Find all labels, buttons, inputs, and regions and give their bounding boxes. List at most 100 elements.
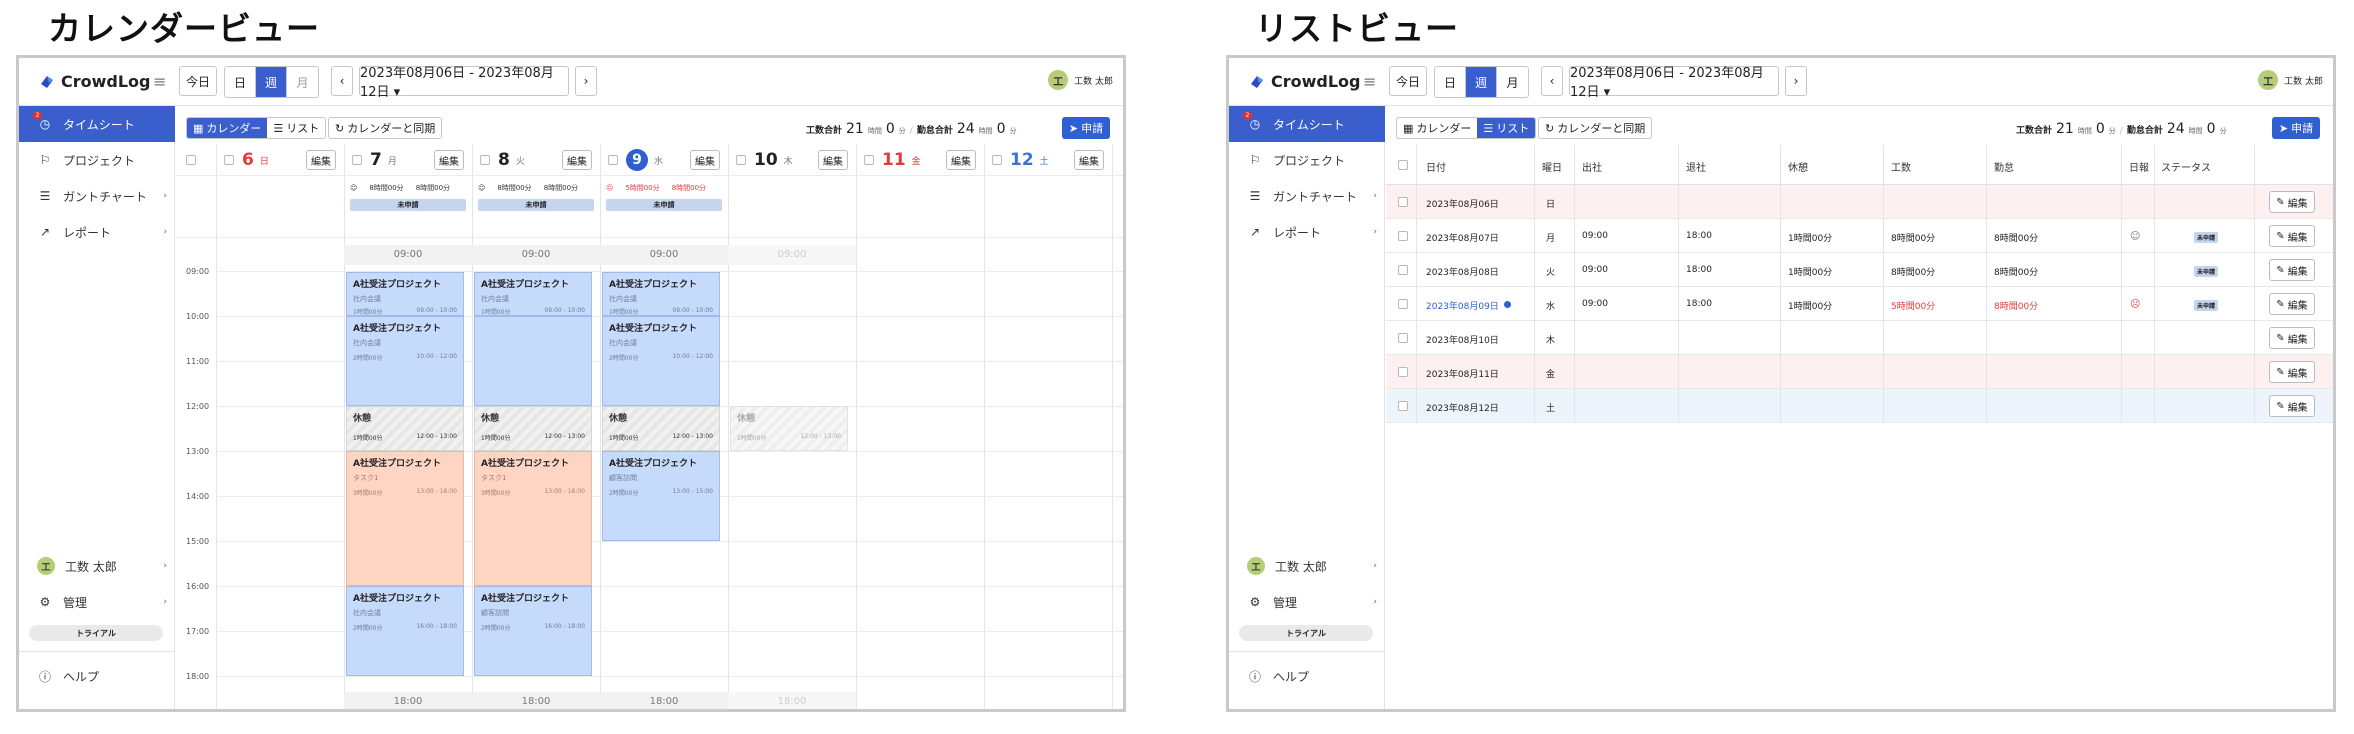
time-entry[interactable] xyxy=(474,316,592,406)
time-entry[interactable]: A社受注プロジェクト 社内会議 2時間00分 10:00 - 12:00 xyxy=(602,316,720,406)
calendar-sync-button[interactable]: ↻ カレンダーと同期 xyxy=(1538,117,1653,139)
checkbox[interactable] xyxy=(1398,401,1408,411)
edit-day-button[interactable]: 編集 xyxy=(562,150,592,170)
mode-week[interactable]: 週 xyxy=(1466,67,1497,97)
edit-day-button[interactable]: 編集 xyxy=(690,150,720,170)
prev-week-button[interactable]: ‹ xyxy=(1541,66,1563,96)
checkbox[interactable] xyxy=(1398,231,1408,241)
period-mode-toggle[interactable]: 日 週 月 xyxy=(224,66,319,98)
sidebar-item-user[interactable]: 工 工数 太郎 › xyxy=(19,548,175,584)
checkbox[interactable] xyxy=(1398,197,1408,207)
edit-day-button[interactable]: 編集 xyxy=(306,150,336,170)
user-menu[interactable]: 工 工数 太郎 xyxy=(2258,70,2323,90)
time-entry[interactable]: A社受注プロジェクト 顧客訪問 2時間00分 16:00 - 18:00 xyxy=(474,586,592,676)
select-all-checkbox[interactable] xyxy=(1398,160,1408,173)
checkbox[interactable] xyxy=(1398,299,1408,309)
day-checkbox[interactable] xyxy=(992,155,1002,165)
time-entry[interactable]: A社受注プロジェクト 社内会議 2時間00分 10:00 - 12:00 xyxy=(346,316,464,406)
user-menu[interactable]: 工 工数 太郎 xyxy=(1048,70,1113,90)
next-week-button[interactable]: › xyxy=(575,66,597,96)
row-checkbox[interactable] xyxy=(1398,197,1408,210)
edit-day-button[interactable]: 編集 xyxy=(1074,150,1104,170)
edit-row-button[interactable]: ✎ 編集 xyxy=(2269,191,2315,213)
edit-row-button[interactable]: ✎ 編集 xyxy=(2269,327,2315,349)
view-toggle[interactable]: ▦ カレンダー ☰ リスト xyxy=(1396,117,1537,139)
today-button[interactable]: 今日 xyxy=(179,66,217,96)
row-checkbox[interactable] xyxy=(1398,367,1408,380)
time-entry[interactable]: A社受注プロジェクト タスク1 3時間00分 13:00 - 16:00 xyxy=(346,451,464,586)
edit-row-button[interactable]: ✎ 編集 xyxy=(2269,259,2315,281)
apply-button[interactable]: ➤ 申請 xyxy=(2272,117,2320,139)
time-entry[interactable]: A社受注プロジェクト 顧客訪問 2時間00分 13:00 - 15:00 xyxy=(602,451,720,541)
checkbox[interactable] xyxy=(1398,160,1408,170)
entry-duration: 2時間00分 xyxy=(609,355,639,362)
date-range-select[interactable]: 2023年08月06日 - 2023年08月12日 ▾ xyxy=(359,66,569,100)
calendar-view-button[interactable]: ▦ カレンダー xyxy=(1397,118,1477,138)
mode-week[interactable]: 週 xyxy=(256,67,287,97)
mode-month[interactable]: 月 xyxy=(287,67,318,97)
sidebar-item-help[interactable]: ⓘ ヘルプ xyxy=(19,658,175,694)
edit-row-button[interactable]: ✎ 編集 xyxy=(2269,361,2315,383)
edit-row-button[interactable]: ✎ 編集 xyxy=(2269,225,2315,247)
break-entry[interactable]: 休憩 1時間00分 12:00 - 13:00 xyxy=(346,406,464,451)
sidebar-item-project[interactable]: ⚐ プロジェクト xyxy=(1229,142,1385,178)
row-checkbox[interactable] xyxy=(1398,401,1408,414)
day-checkbox[interactable] xyxy=(736,155,746,165)
time-entry[interactable]: A社受注プロジェクト タスク1 3時間00分 13:00 - 16:00 xyxy=(474,451,592,586)
checkbox[interactable] xyxy=(1398,367,1408,377)
edit-day-button[interactable]: 編集 xyxy=(946,150,976,170)
break-entry[interactable]: 休憩 1時間00分 12:00 - 13:00 xyxy=(730,406,848,451)
day-checkbox[interactable] xyxy=(864,155,874,165)
day-checkbox[interactable] xyxy=(608,155,618,165)
mode-day[interactable]: 日 xyxy=(1435,67,1466,97)
sidebar-item-timesheet[interactable]: 2 ◷ タイムシート xyxy=(19,106,175,142)
edit-day-button[interactable]: 編集 xyxy=(434,150,464,170)
checkbox[interactable] xyxy=(1398,333,1408,343)
sidebar-item-gantt[interactable]: ☰ ガントチャート › xyxy=(19,178,175,214)
sidebar-item-user[interactable]: 工 工数 太郎 › xyxy=(1229,548,1385,584)
sidebar-item-admin[interactable]: ⚙ 管理 › xyxy=(1229,584,1385,620)
table-row: 2023年08月06日 日 ✎ 編集 xyxy=(1386,185,2333,219)
sidebar-item-admin[interactable]: ⚙ 管理 › xyxy=(19,584,175,620)
checkbox[interactable] xyxy=(1398,265,1408,275)
edit-day-button[interactable]: 編集 xyxy=(818,150,848,170)
next-week-button[interactable]: › xyxy=(1785,66,1807,96)
divider xyxy=(2154,145,2155,423)
break-entry[interactable]: 休憩 1時間00分 12:00 - 13:00 xyxy=(474,406,592,451)
edit-row-button[interactable]: ✎ 編集 xyxy=(2269,293,2315,315)
day-checkbox[interactable] xyxy=(224,155,234,165)
sidebar-item-help[interactable]: ⓘ ヘルプ xyxy=(1229,658,1385,694)
row-checkbox[interactable] xyxy=(1398,265,1408,278)
row-checkbox[interactable] xyxy=(1398,299,1408,312)
row-checkbox[interactable] xyxy=(1398,231,1408,244)
prev-week-button[interactable]: ‹ xyxy=(331,66,353,96)
cell-date[interactable]: 2023年08月09日 xyxy=(1426,299,1499,312)
edit-row-button[interactable]: ✎ 編集 xyxy=(2269,395,2315,417)
checkbox[interactable] xyxy=(186,155,196,165)
date-range-select[interactable]: 2023年08月06日 - 2023年08月12日 ▾ xyxy=(1569,66,1779,100)
sidebar-item-gantt[interactable]: ☰ ガントチャート › xyxy=(1229,178,1385,214)
time-entry[interactable]: A社受注プロジェクト 社内会議 2時間00分 16:00 - 18:00 xyxy=(346,586,464,676)
end-time-label: 18:00 xyxy=(344,692,472,709)
time-entry[interactable]: A社受注プロジェクト 社内会議 1時間00分 09:00 - 10:00 xyxy=(474,272,592,316)
list-view-button[interactable]: ☰ リスト xyxy=(1477,118,1536,138)
entry-task: タスク1 xyxy=(481,474,507,482)
today-button[interactable]: 今日 xyxy=(1389,66,1427,96)
select-all-checkbox[interactable] xyxy=(186,145,196,175)
menu-icon[interactable]: ≡ xyxy=(1363,72,1376,91)
sidebar-item-report[interactable]: ↗ レポート › xyxy=(1229,214,1385,250)
sidebar-item-project[interactable]: ⚐ プロジェクト xyxy=(19,142,175,178)
sidebar-item-report[interactable]: ↗ レポート › xyxy=(19,214,175,250)
break-entry[interactable]: 休憩 1時間00分 12:00 - 13:00 xyxy=(602,406,720,451)
mode-month[interactable]: 月 xyxy=(1497,67,1528,97)
day-checkbox[interactable] xyxy=(480,155,490,165)
period-mode-toggle[interactable]: 日 週 月 xyxy=(1434,66,1529,98)
day-checkbox[interactable] xyxy=(352,155,362,165)
menu-icon[interactable]: ≡ xyxy=(153,72,166,91)
chevron-right-icon: › xyxy=(1373,191,1377,201)
mode-day[interactable]: 日 xyxy=(225,67,256,97)
row-checkbox[interactable] xyxy=(1398,333,1408,346)
time-entry[interactable]: A社受注プロジェクト 社内会議 1時間00分 09:00 - 10:00 xyxy=(346,272,464,316)
sidebar-item-timesheet[interactable]: 2 ◷ タイムシート xyxy=(1229,106,1385,142)
time-entry[interactable]: A社受注プロジェクト 社内会議 1時間00分 09:00 - 10:00 xyxy=(602,272,720,316)
